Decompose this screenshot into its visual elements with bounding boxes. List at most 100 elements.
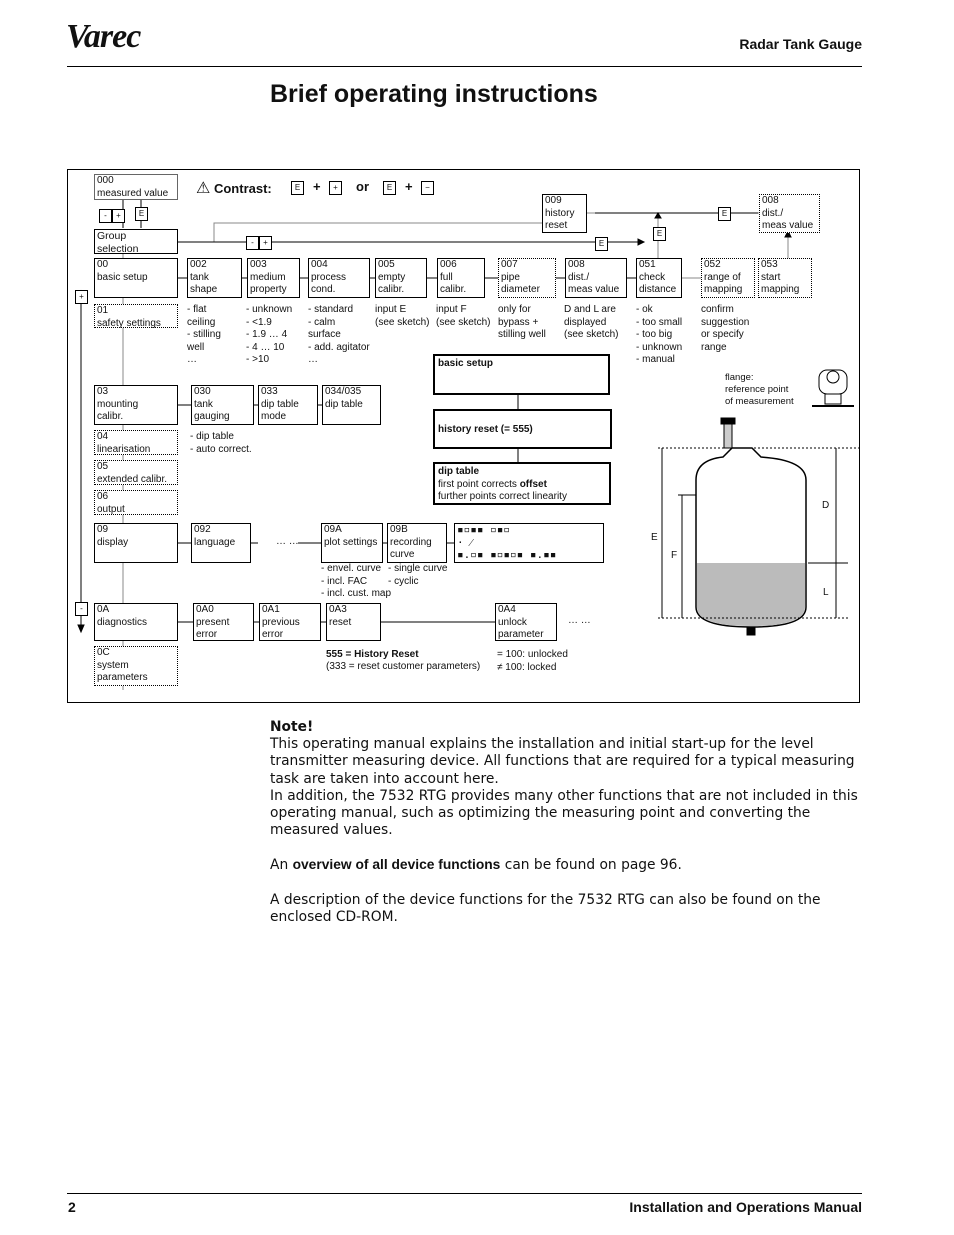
minus-key: -: [99, 209, 112, 223]
menu-box-002: 002 tank shape: [187, 258, 242, 298]
full-calibr-note: input F (see sketch): [436, 304, 491, 328]
menu-box-09B: 09B recording curve: [387, 523, 447, 563]
menu-box-008: 008 dist./ meas value: [565, 258, 627, 298]
contrast-label: Contrast:: [213, 181, 272, 196]
menu-box-04: 04 linearisation: [94, 430, 178, 455]
process-options: - standard - calm surface - add. agitato…: [308, 304, 370, 365]
e-key: E: [595, 237, 608, 251]
menu-box-09A: 09A plot settings: [321, 523, 383, 563]
menu-box-004: 004 process cond.: [308, 258, 370, 298]
menu-box-003: 003 medium property: [247, 258, 300, 298]
ellipsis: … …: [568, 615, 591, 626]
footer-title: Installation and Operations Manual: [629, 1199, 862, 1215]
note-section: Note! This operating manual explains the…: [270, 719, 870, 926]
menu-box-09: 09 display: [94, 523, 178, 563]
flow-basic-setup: basic setup: [433, 354, 610, 395]
minus-key: -: [246, 236, 259, 250]
tank-gauging-options: - dip table - auto correct.: [190, 431, 252, 455]
dist-note: D and L are displayed (see sketch): [564, 304, 619, 340]
warning-icon: ⚠: [196, 180, 211, 197]
flow-dip-table: dip table first point corrects offset fu…: [433, 462, 611, 505]
plot-options: - envel. curve - incl. FAC - incl. cust.…: [321, 563, 392, 599]
dip-line1: first point corrects: [438, 478, 520, 490]
ellipsis: … …: [276, 536, 299, 547]
menu-box-052: 052 range of mapping: [701, 258, 755, 298]
plus-key: +: [75, 290, 88, 304]
e-key: E: [135, 207, 148, 221]
note-heading: Note!: [270, 719, 314, 735]
note-paragraph: An overview of all device functions can …: [270, 856, 870, 874]
dim-L: L: [823, 587, 829, 598]
unlock-note: = 100: unlocked ≠ 100: locked: [497, 649, 568, 673]
header-rule: [67, 66, 862, 67]
header-title: Radar Tank Gauge: [739, 36, 862, 52]
dim-D: D: [822, 500, 830, 511]
menu-box-00: 00 basic setup: [94, 258, 178, 298]
menu-box-05: 05 extended calibr.: [94, 460, 178, 485]
check-options: - ok - too small - too big - unknown - m…: [636, 304, 683, 365]
page-title: Brief operating instructions: [270, 80, 598, 108]
menu-box-034-035: 034/035 dip table: [322, 385, 381, 425]
minus-key: −: [421, 181, 434, 195]
plus-key: +: [329, 181, 342, 195]
history-reset-code: 555 = History Reset: [326, 649, 419, 660]
tank-shape-options: - flat ceiling - stilling well …: [187, 304, 221, 365]
menu-box-005: 005 empty calibr.: [375, 258, 427, 298]
page-number: 2: [68, 1199, 76, 1215]
menu-box-053: 053 start mapping: [758, 258, 812, 298]
reset-customer-note: (333 = reset customer parameters): [326, 661, 481, 672]
menu-box-0A: 0A diagnostics: [94, 603, 178, 641]
text: can be found on page 96.: [500, 857, 682, 874]
menu-box-0A4: 0A4 unlock parameter: [495, 603, 557, 641]
menu-box-0A3: 0A3 reset: [326, 603, 381, 641]
menu-box-000: 000 measured value: [94, 174, 178, 200]
empty-calibr-note: input E (see sketch): [375, 304, 430, 328]
overview-reference: overview of all device functions: [292, 857, 501, 873]
or-label: or: [356, 179, 369, 194]
plus-key: +: [259, 236, 272, 250]
minus-key: -: [75, 602, 88, 616]
e-key: E: [718, 207, 731, 221]
dim-E: E: [651, 532, 658, 543]
dim-F: F: [671, 550, 678, 561]
menu-box-01: 01 safety settings: [94, 304, 178, 329]
dip-offset: offset: [519, 478, 547, 490]
menu-box-0A0: 0A0 present error: [193, 603, 254, 641]
dip-line2: further points correct linearity: [438, 491, 567, 502]
text: An: [270, 857, 293, 874]
menu-box-0A1: 0A1 previous error: [259, 603, 321, 641]
menu-box-051: 051 check distance: [636, 258, 682, 298]
plus-sign: +: [405, 179, 413, 194]
operating-menu-diagram: ⚠ Contrast: E + + or E + − - + E - + E E…: [67, 169, 861, 703]
manual-page: Varec Radar Tank Gauge Brief operating i…: [0, 0, 954, 1235]
e-key: E: [653, 227, 666, 241]
menu-box-033: 033 dip table mode: [258, 385, 318, 425]
range-note: confirm suggestion or specify range: [701, 304, 750, 353]
plus-sign: +: [313, 179, 321, 194]
menu-box-0C: 0C system parameters: [94, 646, 178, 686]
note-paragraph: In addition, the 7532 RTG provides many …: [270, 787, 858, 839]
menu-box-03: 03 mounting calibr.: [94, 385, 178, 425]
menu-box-009: 009 history reset: [542, 194, 587, 233]
flange-label: flange: reference point of measurement: [725, 372, 794, 407]
recording-options: - single curve - cyclic: [388, 563, 448, 587]
menu-box-092: 092 language: [191, 523, 251, 563]
flow-history-reset: history reset (= 555): [433, 409, 612, 449]
note-paragraph: A description of the device functions fo…: [270, 891, 821, 925]
note-paragraph: This operating manual explains the insta…: [270, 736, 855, 787]
lcd-display-icon: ▪▫▪▪ ▫▪▫ · ⁄ ▪.▫▪ ▪▫▪▫▪ ▪.▪▪: [454, 523, 604, 563]
e-key: E: [383, 181, 396, 195]
dip-table-title: dip table: [438, 466, 480, 477]
varec-logo: Varec: [66, 18, 141, 55]
e-key: E: [291, 181, 304, 195]
menu-box-030: 030 tank gauging: [191, 385, 254, 425]
menu-box-06: 06 output: [94, 490, 178, 515]
menu-box-007: 007 pipe diameter: [498, 258, 556, 298]
medium-options: - unknown - <1.9 - 1.9 … 4 - 4 … 10 - >1…: [246, 304, 293, 365]
contrast-instruction: ⚠ Contrast:: [196, 178, 272, 198]
footer-rule: [67, 1193, 862, 1194]
menu-box-006: 006 full calibr.: [437, 258, 485, 298]
menu-box-008-top: 008 dist./ meas value: [759, 194, 820, 233]
pipe-note: only for bypass + stilling well: [498, 304, 546, 340]
menu-box-group-selection: Group selection: [94, 229, 178, 255]
